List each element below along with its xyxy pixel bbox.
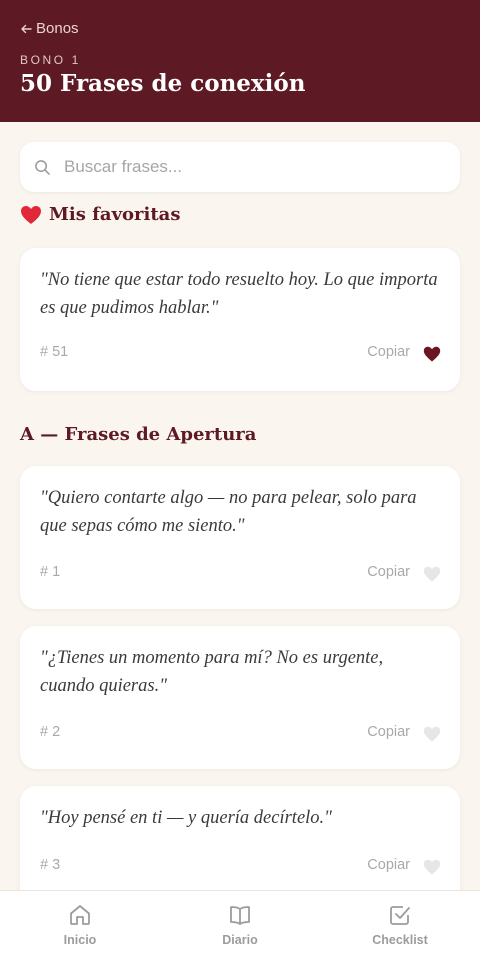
arrow-left-icon (21, 24, 32, 33)
quote-number: # 51 (40, 344, 69, 360)
checklist-icon (390, 906, 410, 925)
quote-text: "No tiene que estar todo resuelto hoy. L… (40, 270, 438, 318)
quote-card: "Hoy pensé en ti — y quería decírtelo." … (20, 786, 460, 890)
content-scroll-area[interactable]: Mis favoritas "No tiene que estar todo r… (0, 122, 480, 890)
favorite-heart-icon[interactable] (423, 346, 441, 362)
book-icon (230, 906, 250, 925)
favorite-quote-card: "No tiene que estar todo resuelto hoy. L… (20, 248, 460, 391)
favorites-title-text: Mis favoritas (49, 204, 181, 225)
section-a-title: A — Frases de Apertura (20, 424, 257, 445)
quote-text: "Quiero contarte algo — no para pelear, … (40, 488, 417, 536)
heart-emoji-icon (21, 205, 41, 224)
quote-card: "¿Tienes un momento para mí? No es urgen… (20, 626, 460, 769)
nav-item-checklist[interactable]: Checklist (350, 903, 450, 947)
bottom-navigation: Inicio Diario Checklist (0, 890, 480, 961)
search-bar[interactable] (20, 142, 460, 192)
search-icon (35, 159, 50, 175)
back-label: Bonos (36, 20, 79, 37)
copy-button[interactable]: Copiar (367, 724, 410, 740)
home-icon (70, 905, 90, 925)
quote-number: # 1 (40, 564, 61, 580)
nav-label-checklist: Checklist (372, 933, 428, 947)
page-title: 50 Frases de conexión (20, 70, 306, 97)
heart-icon[interactable] (423, 726, 441, 742)
favorites-section-title: Mis favoritas (20, 204, 180, 225)
page-eyebrow: BONO 1 (20, 53, 81, 67)
quote-number: # 3 (40, 857, 61, 873)
heart-icon[interactable] (423, 566, 441, 582)
nav-label-inicio: Inicio (63, 933, 97, 947)
quote-text: "¿Tienes un momento para mí? No es urgen… (40, 648, 384, 696)
copy-button[interactable]: Copiar (367, 344, 410, 360)
copy-button[interactable]: Copiar (367, 564, 410, 580)
quote-number: # 2 (40, 724, 61, 740)
app-header: Bonos BONO 1 50 Frases de conexión (0, 0, 480, 122)
heart-icon[interactable] (423, 859, 441, 875)
back-button[interactable]: Bonos (20, 20, 79, 37)
nav-item-inicio[interactable]: Inicio (30, 903, 130, 947)
quote-card: "Quiero contarte algo — no para pelear, … (20, 466, 460, 609)
nav-item-diario[interactable]: Diario (190, 903, 290, 947)
search-input[interactable] (64, 157, 424, 177)
copy-button[interactable]: Copiar (367, 857, 410, 873)
nav-label-diario: Diario (222, 933, 258, 947)
quote-text: "Hoy pensé en ti — y quería decírtelo." (40, 808, 332, 828)
